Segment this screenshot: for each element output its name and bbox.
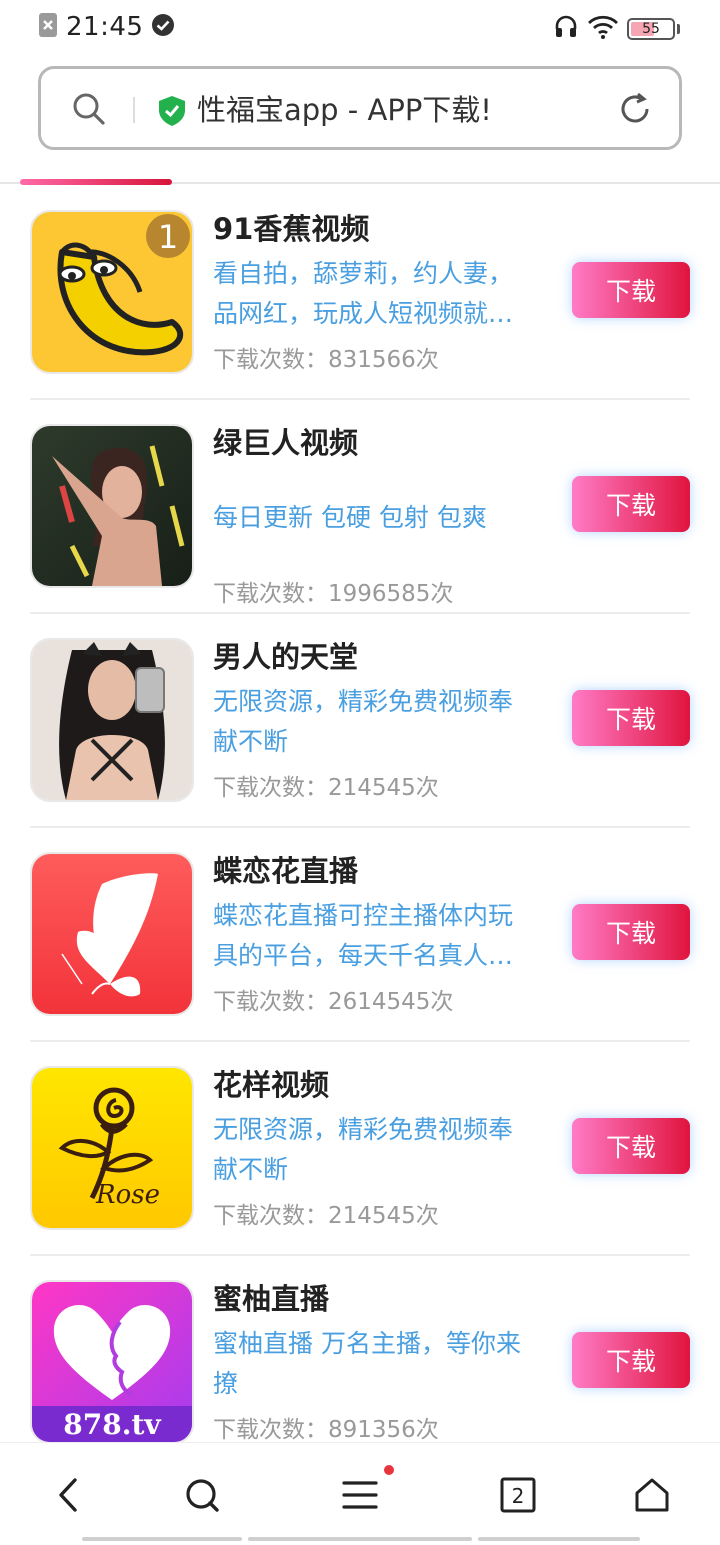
download-count: 下载次数：831566次 bbox=[213, 347, 439, 373]
notification-close-icon bbox=[38, 12, 58, 42]
address-divider bbox=[133, 97, 135, 123]
list-item[interactable]: 878.tv 蜜柚直播 蜜柚直播 万名主播，等你来撩 下载次数：891356次 … bbox=[30, 1256, 690, 1470]
download-button[interactable]: 下载 bbox=[572, 262, 690, 318]
gesture-bar bbox=[82, 1537, 242, 1541]
address-bar[interactable]: 性福宝app - APP下载! bbox=[38, 66, 682, 150]
brand-label: 878.tv bbox=[63, 1408, 161, 1441]
rose-app-icon[interactable]: Rose bbox=[30, 1066, 194, 1230]
list-item[interactable]: 男人的天堂 无限资源，精彩免费视频奉献不断 下载次数：214545次 下载 bbox=[30, 614, 690, 828]
status-bar: 21:45 55 bbox=[0, 0, 720, 56]
search-icon[interactable] bbox=[71, 91, 107, 131]
download-button[interactable]: 下载 bbox=[572, 690, 690, 746]
download-count: 下载次数：214545次 bbox=[213, 775, 439, 801]
status-time: 21:45 bbox=[66, 12, 144, 42]
app-photo-icon[interactable] bbox=[30, 638, 194, 802]
search-icon[interactable] bbox=[180, 1473, 224, 1517]
download-count: 下载次数：891356次 bbox=[213, 1417, 439, 1443]
wifi-icon bbox=[587, 15, 619, 43]
home-icon[interactable] bbox=[630, 1473, 674, 1517]
notification-dot bbox=[384, 1465, 394, 1475]
download-button[interactable]: 下载 bbox=[572, 904, 690, 960]
app-description: 每日更新 包硬 包射 包爽 bbox=[213, 503, 487, 532]
list-item[interactable]: 蝶恋花直播 蝶恋花直播可控主播体内玩具的平台，每天千名真人… 下载次数：2614… bbox=[30, 828, 690, 1042]
tab-count: 2 bbox=[512, 1484, 525, 1508]
app-name[interactable]: 蝶恋花直播 bbox=[213, 848, 358, 890]
tabs-icon[interactable]: 2 bbox=[496, 1473, 540, 1517]
banana-app-icon[interactable]: 1 bbox=[30, 210, 194, 374]
butterfly-app-icon[interactable] bbox=[30, 852, 194, 1016]
battery-icon: 55 bbox=[627, 18, 675, 40]
back-icon[interactable] bbox=[46, 1473, 90, 1517]
heart-app-icon[interactable]: 878.tv bbox=[30, 1280, 194, 1444]
rank-badge: 1 bbox=[158, 218, 178, 256]
headset-icon bbox=[553, 14, 579, 44]
download-button[interactable]: 下载 bbox=[572, 476, 690, 532]
gesture-bar bbox=[478, 1537, 640, 1541]
app-description: 蝶恋花直播可控主播体内玩具的平台，每天千名真人… bbox=[213, 901, 514, 970]
app-name[interactable]: 绿巨人视频 bbox=[213, 420, 358, 462]
menu-icon[interactable] bbox=[338, 1473, 382, 1517]
app-description: 蜜柚直播 万名主播，等你来撩 bbox=[213, 1329, 521, 1398]
gesture-bar bbox=[248, 1537, 472, 1541]
app-description: 无限资源，精彩免费视频奉献不断 bbox=[213, 1115, 514, 1184]
rose-label: Rose bbox=[95, 1180, 160, 1210]
bottom-nav: 2 bbox=[0, 1442, 720, 1545]
reload-icon[interactable] bbox=[617, 91, 653, 131]
app-description: 看自拍，舔萝莉，约人妻，品网红，玩成人短视频就… bbox=[213, 259, 514, 328]
app-name[interactable]: 蜜柚直播 bbox=[213, 1276, 329, 1318]
download-button[interactable]: 下载 bbox=[572, 1332, 690, 1388]
check-circle-icon bbox=[151, 13, 175, 41]
tab-indicator bbox=[20, 179, 172, 185]
app-list: 1 91香蕉视频 看自拍，舔萝莉，约人妻，品网红，玩成人短视频就… 下载次数：8… bbox=[30, 186, 690, 1470]
secure-shield-icon bbox=[157, 95, 187, 131]
app-name[interactable]: 男人的天堂 bbox=[213, 634, 358, 676]
list-item[interactable]: Rose 花样视频 无限资源，精彩免费视频奉献不断 下载次数：214545次 下… bbox=[30, 1042, 690, 1256]
list-item[interactable]: 绿巨人视频 每日更新 包硬 包射 包爽 下载次数：1996585次 下载 bbox=[30, 400, 690, 614]
address-title[interactable]: 性福宝app - APP下载! bbox=[197, 87, 492, 129]
list-item[interactable]: 1 91香蕉视频 看自拍，舔萝莉，约人妻，品网红，玩成人短视频就… 下载次数：8… bbox=[30, 186, 690, 400]
battery-level: 55 bbox=[642, 21, 660, 37]
download-count: 下载次数：2614545次 bbox=[213, 989, 454, 1015]
app-photo-icon[interactable] bbox=[30, 424, 194, 588]
download-count: 下载次数：214545次 bbox=[213, 1203, 439, 1229]
app-name[interactable]: 花样视频 bbox=[213, 1062, 329, 1104]
download-button[interactable]: 下载 bbox=[572, 1118, 690, 1174]
app-description: 无限资源，精彩免费视频奉献不断 bbox=[213, 687, 514, 756]
app-name[interactable]: 91香蕉视频 bbox=[213, 206, 369, 248]
download-count: 下载次数：1996585次 bbox=[213, 581, 454, 607]
